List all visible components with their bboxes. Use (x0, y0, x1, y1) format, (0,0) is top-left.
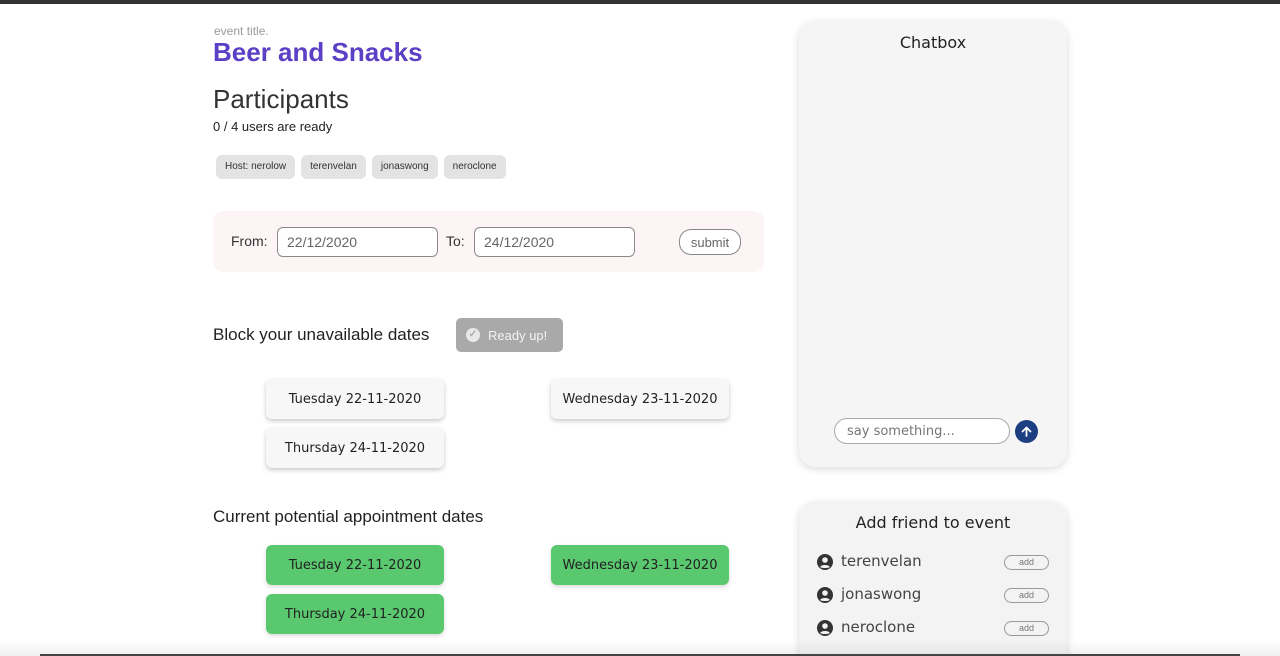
event-title: Beer and Snacks (213, 37, 423, 67)
submit-button[interactable]: submit (679, 229, 741, 255)
potential-date-card: Wednesday 23-11-2020 (551, 545, 729, 585)
participants-heading: Participants (213, 84, 349, 114)
ready-up-button[interactable]: ✓ Ready up! (456, 318, 563, 352)
participant-chips: Host: nerolow terenvelan jonaswong neroc… (216, 155, 506, 179)
participant-chip-host: Host: nerolow (216, 155, 296, 179)
participant-chip: terenvelan (301, 155, 366, 179)
friend-row: jonaswong add (817, 584, 1049, 606)
to-label: To: (446, 233, 465, 249)
friend-row: terenvelan add (817, 551, 1049, 573)
from-date-input[interactable] (277, 227, 438, 257)
window-top-bar (0, 0, 1280, 4)
unavailable-date-card[interactable]: Thursday 24-11-2020 (266, 428, 444, 468)
unavailable-date-card[interactable]: Wednesday 23-11-2020 (551, 379, 729, 419)
ready-up-label: Ready up! (488, 327, 548, 343)
participant-chip: jonaswong (371, 155, 438, 179)
to-date-input[interactable] (474, 227, 635, 257)
participant-chip: neroclone (443, 155, 506, 179)
chat-message-input[interactable] (834, 418, 1010, 444)
ready-status: 0 / 4 users are ready (213, 119, 333, 134)
event-title-label: event title. (214, 24, 269, 38)
chatbox-panel: Chatbox (799, 21, 1067, 467)
add-friend-button[interactable]: add (1004, 555, 1049, 570)
date-range-form: From: To: submit (213, 211, 764, 272)
user-circle-icon (817, 620, 833, 636)
arrow-up-icon (1021, 426, 1032, 437)
unavailable-date-card[interactable]: Tuesday 22-11-2020 (266, 379, 444, 419)
add-friend-button[interactable]: add (1004, 621, 1049, 636)
user-circle-icon (817, 587, 833, 603)
add-friend-button[interactable]: add (1004, 588, 1049, 603)
friend-name: jonaswong (841, 585, 922, 603)
add-friend-panel: Add friend to event terenvelan add jonas… (799, 502, 1067, 656)
from-label: From: (231, 233, 268, 249)
potential-date-card: Thursday 24-11-2020 (266, 594, 444, 634)
potential-date-card: Tuesday 22-11-2020 (266, 545, 444, 585)
add-friend-title: Add friend to event (855, 513, 1011, 532)
unavailable-dates-heading: Block your unavailable dates (213, 325, 430, 344)
chatbox-title: Chatbox (899, 33, 967, 52)
check-circle-icon: ✓ (466, 328, 480, 342)
friend-name: neroclone (841, 618, 916, 636)
potential-dates-heading: Current potential appointment dates (213, 507, 484, 526)
friend-row: neroclone add (817, 617, 1049, 639)
friend-name: terenvelan (841, 552, 922, 570)
user-circle-icon (817, 554, 833, 570)
send-message-button[interactable] (1015, 420, 1038, 443)
